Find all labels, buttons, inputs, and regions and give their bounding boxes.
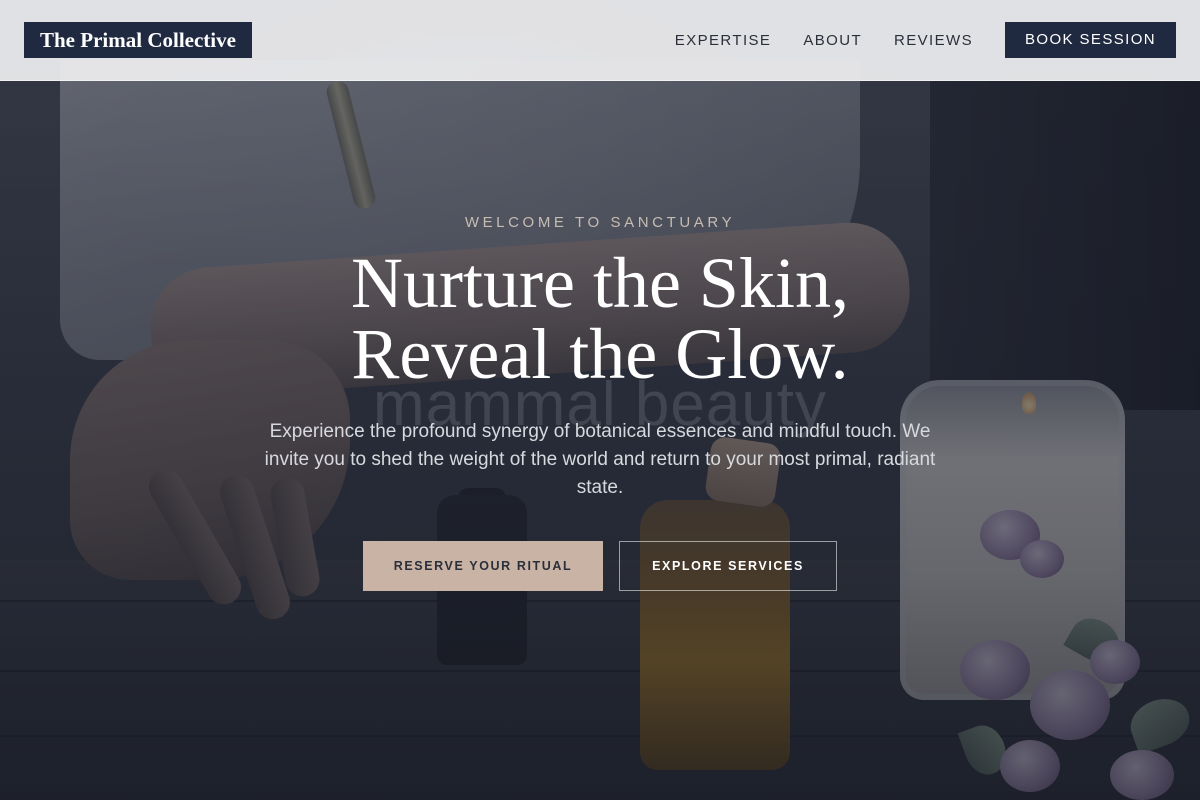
nav-link-expertise[interactable]: EXPERTISE — [675, 32, 772, 49]
main-nav: EXPERTISE ABOUT REVIEWS BOOK SESSION — [675, 22, 1176, 58]
hero-headline-line2: Reveal the Glow. — [351, 314, 849, 394]
site-logo[interactable]: The Primal Collective — [24, 22, 252, 58]
book-session-button[interactable]: BOOK SESSION — [1005, 22, 1176, 58]
hero-section: mammal beauty WELCOME TO SANCTUARY Nurtu… — [0, 0, 1200, 800]
nav-link-reviews[interactable]: REVIEWS — [894, 32, 973, 49]
explore-services-button[interactable]: EXPLORE SERVICES — [619, 541, 837, 591]
hero-headline: Nurture the Skin, Reveal the Glow. — [0, 247, 1200, 390]
site-header: The Primal Collective EXPERTISE ABOUT RE… — [0, 0, 1200, 81]
nav-link-about[interactable]: ABOUT — [803, 32, 862, 49]
hero-headline-line1: Nurture the Skin, — [351, 243, 849, 323]
hero-lead-text: Experience the profound synergy of botan… — [264, 421, 936, 498]
reserve-ritual-button[interactable]: RESERVE YOUR RITUAL — [363, 541, 603, 591]
hero-eyebrow: WELCOME TO SANCTUARY — [464, 214, 736, 231]
